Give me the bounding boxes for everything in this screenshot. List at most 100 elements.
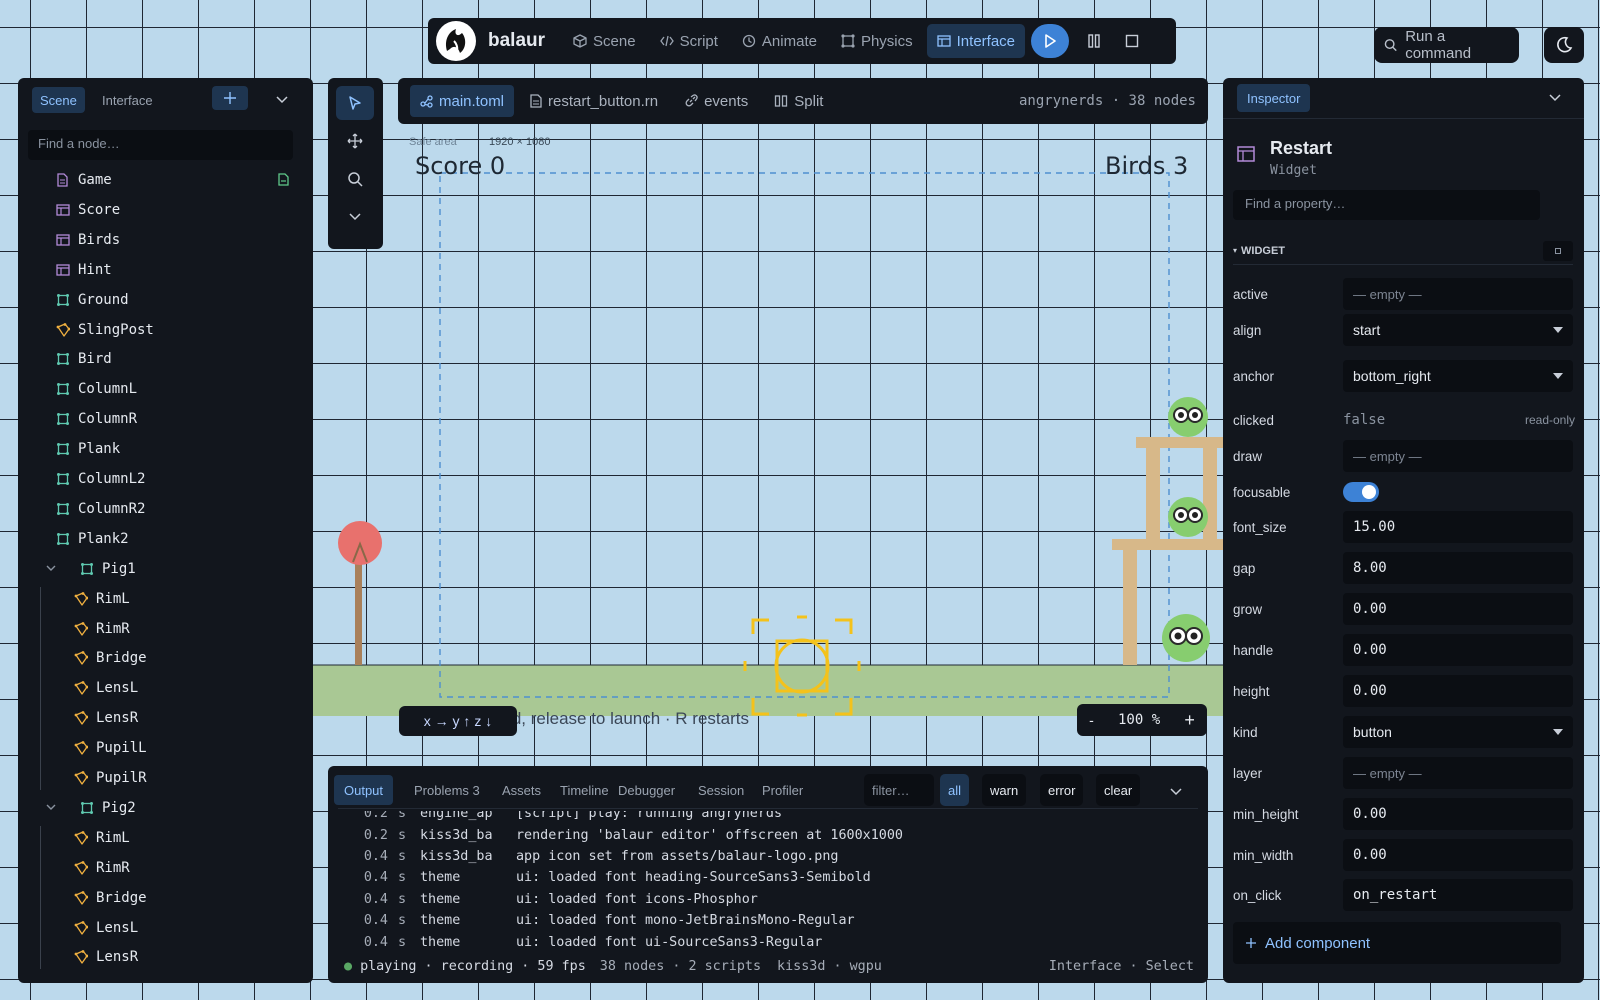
property-select[interactable]: bottom_right (1343, 360, 1573, 392)
property-input[interactable]: 0.00 (1343, 839, 1573, 871)
section-menu-button[interactable] (1543, 240, 1573, 261)
focusable-toggle[interactable] (1343, 482, 1379, 502)
filter-warn[interactable]: warn (982, 774, 1027, 806)
output-tab-assets[interactable]: Assets (492, 775, 551, 805)
caret-icon: ▾ (1233, 246, 1238, 255)
tree-node[interactable]: Plank2 (56, 525, 129, 553)
tab-events[interactable]: events (674, 85, 758, 117)
property-select[interactable]: start (1343, 314, 1573, 346)
collapse-panel-button[interactable] (272, 90, 292, 110)
pause-button[interactable] (1075, 24, 1113, 58)
tab-scene[interactable]: Scene (32, 87, 85, 113)
property-input[interactable]: 0.00 (1343, 593, 1573, 625)
tree-node[interactable]: RimR (74, 854, 130, 882)
property-value: 0.00 (1353, 847, 1387, 863)
property-input[interactable]: — empty — (1343, 440, 1573, 472)
tab-scene[interactable]: Scene (563, 24, 646, 58)
tree-node[interactable]: ColumnR2 (56, 495, 145, 523)
stop-button[interactable] (1113, 24, 1151, 58)
tree-node[interactable]: Bridge (74, 644, 147, 672)
clear-log-button[interactable]: clear (1096, 774, 1141, 806)
property-search-input[interactable]: Find a property… (1233, 190, 1540, 220)
property-input[interactable]: 0.00 (1343, 634, 1573, 666)
tree-node[interactable]: SlingPost (56, 316, 154, 344)
add-component-button[interactable]: Add component (1233, 922, 1561, 964)
output-tab-debugger[interactable]: Debugger (608, 775, 685, 805)
output-tab-profiler[interactable]: Profiler (752, 775, 813, 805)
tree-node[interactable]: ColumnL2 (56, 465, 145, 493)
output-tab-output[interactable]: Output (334, 775, 394, 805)
tree-node[interactable]: Bridge (74, 884, 147, 912)
tab-physics[interactable]: Physics (831, 24, 923, 58)
property-input[interactable]: on_restart (1343, 879, 1573, 911)
property-label: on_click (1233, 887, 1282, 903)
expand-chevron-icon[interactable] (46, 565, 56, 572)
tree-node[interactable]: LensL (74, 674, 138, 702)
tree-node[interactable]: Bird (56, 345, 112, 373)
tree-node[interactable]: Ground (56, 286, 129, 314)
play-icon (1045, 34, 1056, 48)
property-input[interactable]: 0.00 (1343, 675, 1573, 707)
tree-node[interactable]: RimR (74, 615, 130, 643)
tree-node[interactable]: Birds (56, 226, 120, 254)
expand-chevron-icon[interactable] (46, 804, 56, 811)
tree-node[interactable]: Hint (56, 256, 112, 284)
joint-icon (841, 34, 855, 48)
filter-all[interactable]: all (940, 774, 970, 806)
tree-node[interactable]: LensR (74, 704, 138, 732)
status-state: playing · recording · 59 fps (360, 958, 586, 974)
property-value: 0.00 (1353, 683, 1387, 699)
section-header[interactable]: ▾ WIDGET (1233, 237, 1573, 265)
tree-node[interactable]: PupilL (74, 734, 147, 762)
node-search-input[interactable]: Find a node… (28, 130, 293, 160)
zoom-out-button[interactable]: - (1089, 712, 1094, 728)
collapse-output-button[interactable] (1166, 782, 1186, 802)
tab-script[interactable]: Script (650, 24, 728, 58)
node-label: Ground (78, 291, 129, 308)
tree-node[interactable]: Pig1 (46, 555, 136, 583)
tree-node[interactable]: Pig2 (46, 794, 136, 822)
tab-animate[interactable]: Animate (732, 24, 827, 58)
property-input[interactable]: 15.00 (1343, 511, 1573, 543)
tree-node[interactable]: Score (56, 196, 120, 224)
tab-main-toml[interactable]: main.toml (410, 85, 515, 117)
body-icon (56, 352, 70, 366)
tree-node[interactable]: Plank (56, 435, 120, 463)
play-button[interactable] (1031, 24, 1070, 58)
tree-node[interactable]: RimL (74, 585, 130, 613)
tab-interface[interactable]: Interface (94, 87, 161, 113)
property-select[interactable]: button (1343, 716, 1573, 748)
tree-node[interactable]: LensL (74, 914, 138, 942)
command-palette-button[interactable]: Run a command (1374, 27, 1519, 63)
tree-node[interactable]: PupilR (74, 764, 147, 792)
property-input[interactable]: 0.00 (1343, 798, 1573, 830)
axis-indicator[interactable]: x → y ↑ z ↓ (399, 706, 517, 736)
script-attached-icon[interactable] (278, 173, 290, 187)
tree-node[interactable]: ColumnL (56, 375, 137, 403)
tree-node[interactable]: LensR (74, 943, 138, 971)
zoom-in-button[interactable]: + (1184, 710, 1195, 731)
node-label: PupilR (96, 770, 147, 786)
log-line: 0.4 s theme ui: loaded font icons-Phosphor (346, 889, 1196, 910)
tree-node[interactable]: RimL (74, 824, 130, 852)
property-input[interactable]: 8.00 (1343, 552, 1573, 584)
node-label: RimR (96, 620, 130, 637)
output-tab-problems[interactable]: Problems 3 (404, 775, 490, 805)
log-t: 0.4 (363, 913, 388, 929)
tree-node[interactable]: ColumnR (56, 405, 137, 433)
theme-toggle-button[interactable] (1544, 27, 1584, 63)
add-node-button[interactable] (212, 86, 248, 110)
property-input[interactable]: — empty — (1343, 757, 1573, 789)
collapse-inspector-button[interactable] (1545, 88, 1565, 108)
property-input[interactable]: — empty — (1343, 278, 1573, 310)
output-tab-session[interactable]: Session (688, 775, 754, 805)
filter-error[interactable]: error (1040, 774, 1084, 806)
tab-inspector[interactable]: Inspector (1237, 84, 1311, 112)
tab-interface[interactable]: Interface (926, 24, 1026, 58)
tab-restart-button-rn[interactable]: restart_button.rn (520, 85, 668, 117)
select-tool-button[interactable] (336, 86, 374, 120)
log-filter-input[interactable]: filter… (864, 774, 934, 806)
tab-split[interactable]: Split (764, 85, 833, 117)
scene-viewport[interactable]: Safe area 1920 × 1080 Score 0 Birds 3 Dr… (313, 124, 1223, 754)
tree-node[interactable]: Game (56, 166, 289, 194)
